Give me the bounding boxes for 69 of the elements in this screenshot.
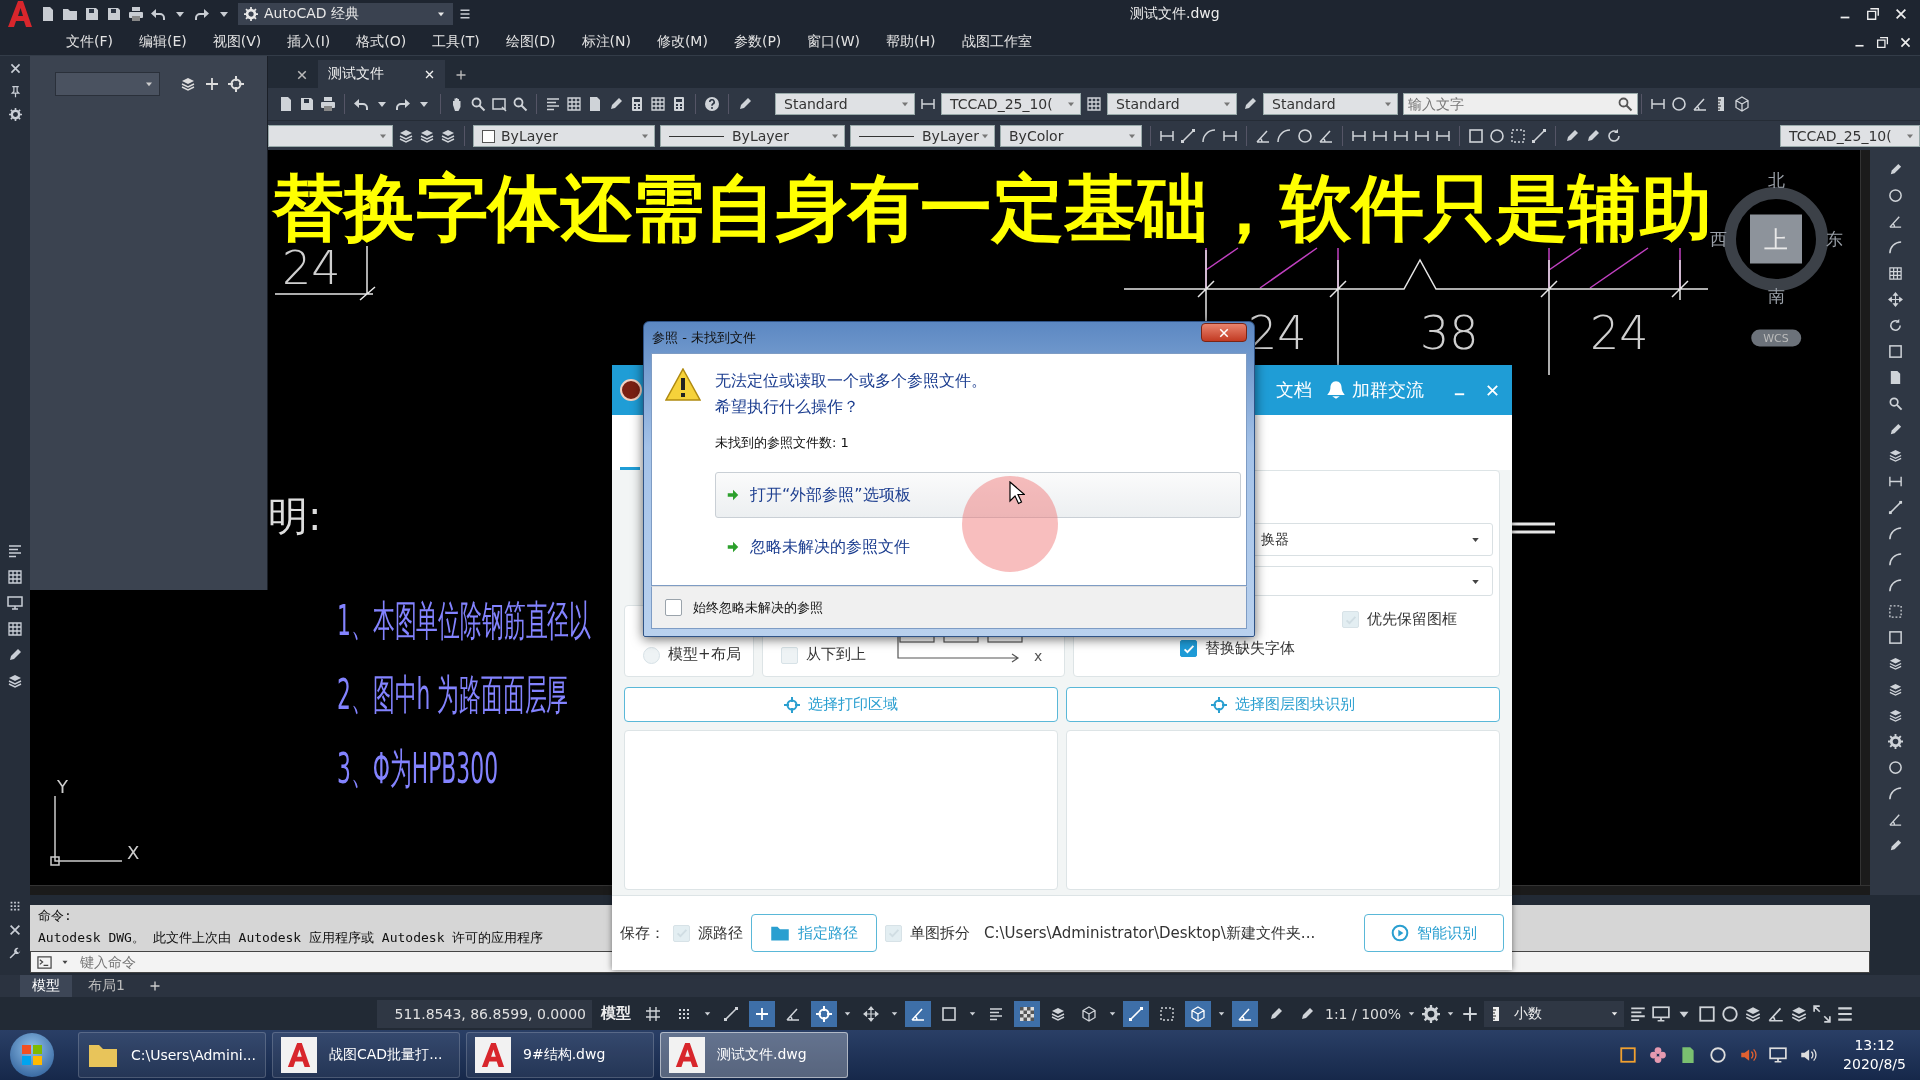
- menu-item[interactable]: 帮助(H): [886, 33, 936, 51]
- coordinates-readout: 511.8543, 86.8599, 0.0000: [377, 999, 592, 1028]
- axis-label: X: [127, 844, 140, 862]
- taskbar-item[interactable]: 9#结构.dwg: [466, 1032, 654, 1078]
- clock-time: 13:12: [1854, 1036, 1895, 1055]
- menu-item[interactable]: 参数(P): [733, 33, 782, 51]
- video-caption: 替换字体还需自身有一定基础，软件只是辅助: [272, 172, 1712, 244]
- axis-label: x: [1034, 648, 1043, 664]
- dialog-title: 参照 - 未找到文件: [652, 328, 756, 347]
- checkbox-label: 单图拆分: [910, 923, 970, 943]
- menu-item[interactable]: 修改(M): [656, 33, 708, 51]
- axis-label: Y: [57, 778, 68, 796]
- missing-count: 未找到的参照文件数: 1: [715, 434, 850, 452]
- checkbox-label: 从下到上: [806, 645, 866, 664]
- menu-item[interactable]: 工具(T): [432, 33, 480, 51]
- checkbox-label: 始终忽略未解决的参照: [693, 598, 823, 617]
- dimension-text: 24: [282, 245, 341, 291]
- menu-item[interactable]: 绘图(D): [505, 33, 556, 51]
- dimension-text: 24: [1590, 310, 1649, 356]
- menu-item[interactable]: 标注(N): [581, 33, 631, 51]
- dimension-style-dropdown[interactable]: TCCAD_25_10(: [941, 93, 1081, 115]
- units-dropdown[interactable]: 小数: [1484, 1000, 1625, 1027]
- window-title: 测试文件.dwg: [1130, 5, 1220, 23]
- compass-label: 西: [1709, 230, 1727, 248]
- multileader-style-dropdown[interactable]: Standard: [1263, 93, 1398, 115]
- command-line: 命令:: [38, 907, 72, 925]
- dimension-text: 38: [1420, 310, 1479, 356]
- drawing-note: 3、Φ为HPB300: [337, 748, 499, 790]
- output-path: C:\Users\Administrator\Desktop\新建文件夹...: [984, 923, 1316, 943]
- clock-date: 2020/8/5: [1843, 1055, 1906, 1074]
- plot-style-dropdown[interactable]: ByColor: [1000, 125, 1142, 147]
- table-style-dropdown[interactable]: Standard: [1107, 93, 1237, 115]
- menu-item[interactable]: 战图工作室: [961, 33, 1032, 51]
- lineweight-dropdown[interactable]: ByLayer: [850, 125, 995, 147]
- menu-item[interactable]: 编辑(E): [139, 33, 187, 51]
- text-style-dropdown[interactable]: Standard: [775, 93, 915, 115]
- annotation-scale[interactable]: 1:1 / 100%: [1325, 1005, 1402, 1022]
- checkbox-label: 优先保留图框: [1367, 610, 1457, 629]
- taskbar-item[interactable]: 战图CAD批量打...: [272, 1032, 460, 1078]
- drawing-note: 2、图中h 为路面面层厚: [337, 674, 569, 716]
- linetype-dropdown[interactable]: ByLayer: [660, 125, 845, 147]
- taskbar-item[interactable]: C:\Users\Admini...: [78, 1032, 266, 1078]
- drawing-text: 明:: [268, 496, 322, 536]
- checkbox-label: 替换缺失字体: [1205, 639, 1295, 658]
- compass-label: 北: [1767, 171, 1785, 189]
- color-dropdown[interactable]: ByLayer: [473, 125, 655, 147]
- menu-item[interactable]: 插入(I): [287, 33, 331, 51]
- search-field[interactable]: 输入文字: [1403, 93, 1638, 115]
- document-tab[interactable]: 测试文件: [318, 60, 445, 88]
- layout-tab[interactable]: 模型: [20, 975, 72, 997]
- menu-item[interactable]: 视图(V): [212, 33, 262, 51]
- command-line: Autodesk DWG。 此文件上次由 Autodesk 应用程序或 Autodesk 许可的应用程序: [38, 929, 544, 947]
- menu-item[interactable]: 窗口(W): [807, 33, 861, 51]
- field-label: 保存：: [620, 923, 665, 943]
- compass-label: 东: [1825, 230, 1843, 248]
- taskbar-item[interactable]: 测试文件.dwg: [660, 1032, 848, 1078]
- dimension-style-dropdown[interactable]: TCCAD_25_10(: [1780, 125, 1920, 147]
- command-link[interactable]: 打开“外部参照”选项板: [715, 472, 1241, 518]
- model-space-button[interactable]: 模型: [597, 1004, 635, 1023]
- layout-tab[interactable]: 布局1: [76, 975, 137, 997]
- menu-item[interactable]: 文件(F): [66, 33, 113, 51]
- checkbox-label: 源路径: [698, 923, 743, 943]
- radio-label: 模型+布局: [668, 645, 741, 664]
- command-link[interactable]: 忽略未解决的参照文件: [715, 524, 1241, 570]
- workspace-dropdown[interactable]: AutoCAD 经典: [238, 3, 453, 25]
- menu-item[interactable]: 格式(O): [356, 33, 407, 51]
- drawing-note: 1、本图单位除钢筋直径以: [337, 600, 592, 642]
- compass-label: 南: [1767, 287, 1785, 305]
- dialog-message: 无法定位或读取一个或多个参照文件。 希望执行什么操作？: [715, 370, 988, 418]
